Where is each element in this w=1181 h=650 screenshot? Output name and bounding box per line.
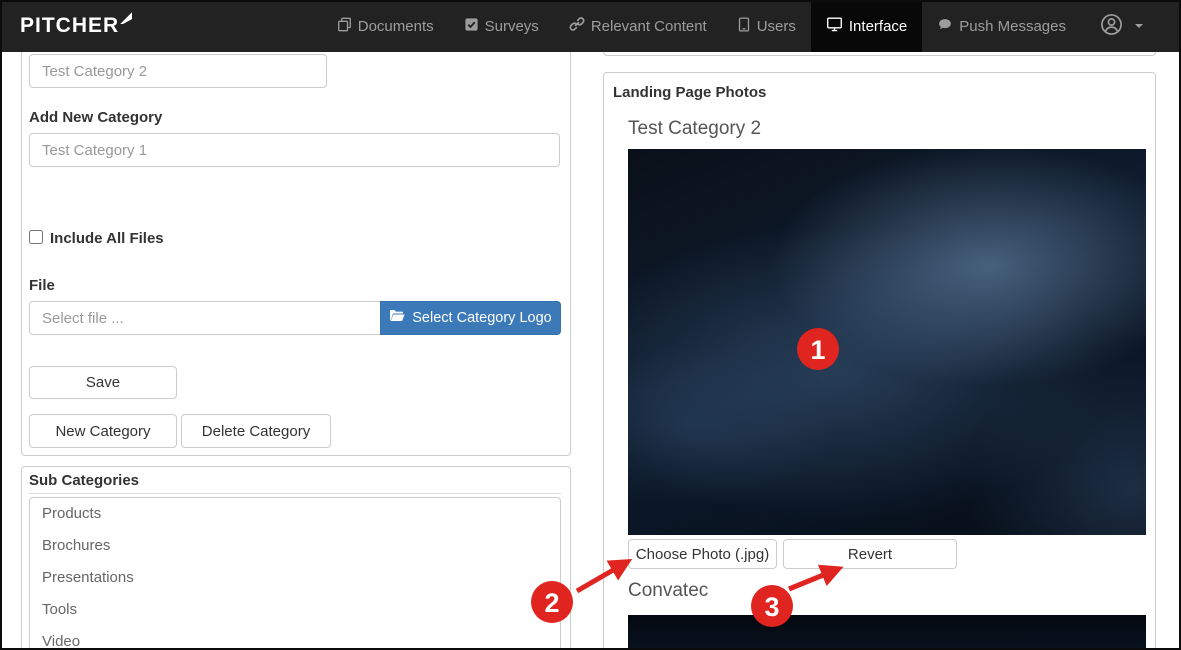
add-new-category-label: Add New Category (29, 109, 162, 126)
list-item-tools[interactable]: Tools (30, 594, 560, 626)
landing-page-photo-convatec (628, 615, 1146, 650)
brand-logo[interactable]: PITCHER (20, 0, 132, 52)
sub-categories-divider (29, 493, 561, 494)
nav-label: Surveys (485, 18, 539, 35)
nav-item-users[interactable]: Users (722, 0, 811, 52)
brand-text: PITCHER (20, 14, 119, 38)
include-all-files-checkbox[interactable] (29, 230, 43, 244)
list-item-products[interactable]: Products (30, 498, 560, 530)
nav-item-relevant-content[interactable]: Relevant Content (554, 0, 722, 52)
chevron-down-icon (1135, 24, 1143, 28)
list-item-video[interactable]: Video (30, 626, 560, 650)
include-all-files-label: Include All Files (50, 230, 164, 247)
add-new-category-input[interactable] (29, 133, 560, 167)
link-icon (569, 16, 585, 36)
speech-bubble-icon (937, 17, 953, 36)
landing-page-photos-label: Landing Page Photos (613, 84, 766, 101)
nav-label: Users (757, 18, 796, 35)
folder-icon (389, 309, 405, 327)
photo-section-title-test-category-2: Test Category 2 (628, 118, 761, 140)
user-icon (1099, 12, 1124, 41)
top-navbar: PITCHER Documents Surveys Relevant Conte… (0, 0, 1181, 52)
page: PITCHER Documents Surveys Relevant Conte… (0, 0, 1181, 650)
nav-label: Documents (358, 18, 434, 35)
surveys-icon (464, 17, 479, 36)
list-item-brochures[interactable]: Brochures (30, 530, 560, 562)
new-category-button[interactable]: New Category (29, 414, 177, 448)
user-menu[interactable] (1081, 0, 1155, 52)
nav-label: Relevant Content (591, 18, 707, 35)
select-category-logo-button[interactable]: Select Category Logo (380, 301, 561, 335)
monitor-icon (826, 16, 843, 36)
nav-item-push-messages[interactable]: Push Messages (922, 0, 1081, 52)
nav-item-documents[interactable]: Documents (322, 0, 449, 52)
nav-label: Interface (849, 18, 907, 35)
main-nav: Documents Surveys Relevant Content Users… (322, 0, 1155, 52)
nav-item-interface[interactable]: Interface (811, 0, 922, 52)
category-name-input[interactable] (29, 54, 327, 88)
choose-photo-button[interactable]: Choose Photo (.jpg) (628, 539, 777, 569)
list-item-presentations[interactable]: Presentations (30, 562, 560, 594)
nav-item-surveys[interactable]: Surveys (449, 0, 554, 52)
sub-categories-label: Sub Categories (29, 472, 139, 489)
revert-button[interactable]: Revert (783, 539, 957, 569)
delete-category-button[interactable]: Delete Category (181, 414, 331, 448)
photo-section-title-convatec: Convatec (628, 580, 708, 602)
brand-arrow-icon (120, 12, 132, 24)
sub-categories-list: Products Brochures Presentations Tools V… (29, 497, 561, 650)
save-button[interactable]: Save (29, 366, 177, 399)
nav-label: Push Messages (959, 18, 1066, 35)
tablet-icon (737, 17, 751, 36)
file-label: File (29, 277, 55, 294)
documents-icon (337, 17, 352, 36)
landing-page-photo-test-category-2 (628, 149, 1146, 535)
select-category-logo-label: Select Category Logo (412, 310, 551, 326)
file-select-input[interactable] (29, 301, 381, 335)
